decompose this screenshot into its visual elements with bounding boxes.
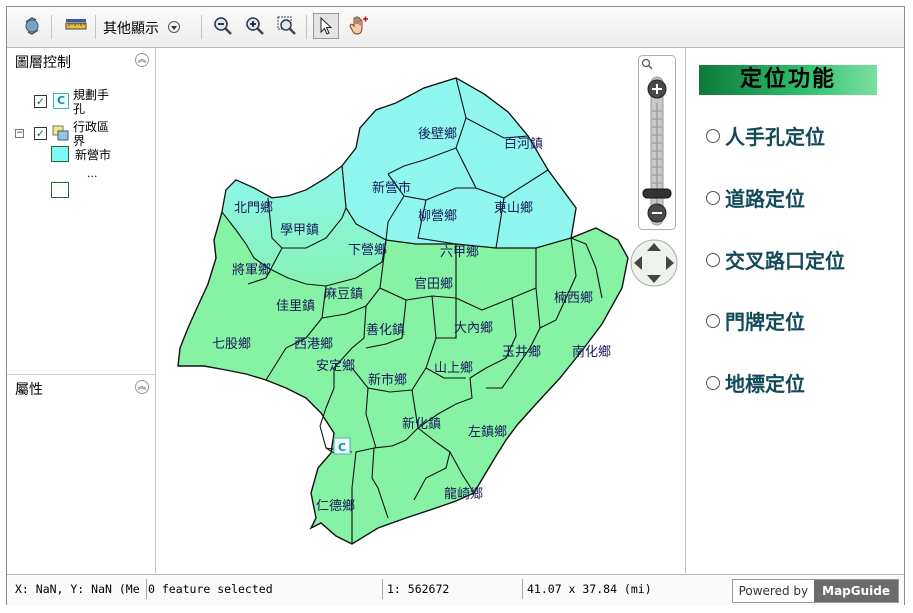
town-label: 善化鎮 [366,322,405,338]
radio-button[interactable] [706,313,720,328]
town-label: 南化鄉 [572,344,611,360]
locate-panel-title: 定位功能 [699,65,877,95]
locate-option-landmark[interactable]: 地標定位 [706,368,805,397]
town-label: 佳里鎮 [276,298,315,314]
legend-swatch-cyan [51,146,69,162]
radio-button[interactable] [706,190,720,205]
layer-control-header: 圖層控制 ︽ [7,48,155,74]
map-canvas[interactable]: 後壁鄉 白河鎮 新營市 柳營鄉 東山鄉 北門鄉 學甲鎮 下營鄉 六甲鄉 將軍鄉 … [156,48,685,573]
layer-control-title: 圖層控制 [15,55,71,71]
radio-button[interactable] [706,128,720,143]
other-display-label[interactable]: 其他顯示 [103,18,159,38]
pan-button[interactable] [345,13,371,39]
collapse-group-icon[interactable]: − [15,129,24,138]
layer-checkbox-district[interactable]: ✓ [34,127,47,140]
town-label: 下營鄉 [348,242,387,258]
zoom-thumb[interactable] [642,188,672,199]
polygon-layer-icon [52,125,70,142]
town-label: 山上鄉 [434,360,473,376]
hand-pan-icon [349,16,368,35]
town-label: 新營市 [372,180,411,196]
zoom-in-button[interactable] [242,13,268,39]
layer-label-manhole: 規劃手 孔 [73,88,110,116]
town-label: 楠西鄉 [554,290,593,306]
layer-label-district: 行政區 界 [73,120,110,148]
properties-title: 屬性 [15,382,43,398]
status-bar: X: NaN, Y: NaN (Me 0 feature selected 1:… [7,574,904,605]
town-label: 左鎮鄉 [468,424,507,440]
town-label: 柳營鄉 [418,208,457,224]
town-label: 東山鄉 [494,200,533,216]
zoom-minus-icon[interactable] [647,203,667,223]
radio-button[interactable] [706,252,720,267]
town-label: 後壁鄉 [418,126,457,142]
locate-option-manhole[interactable]: 人手孔定位 [706,121,825,150]
zoom-plus-icon[interactable] [647,79,667,99]
radio-button[interactable] [706,375,720,390]
town-label: 新市鄉 [368,372,407,388]
town-label: 大內鄉 [454,320,493,336]
mapguide-logo: MapGuide [814,580,898,602]
legend-swatch-empty [51,182,69,198]
point-layer-icon: C [53,93,69,109]
town-label: 西港鄉 [294,336,333,352]
town-label: 龍崎鄉 [444,486,483,502]
chevron-down-icon[interactable] [168,21,180,33]
status-selection: 0 feature selected [148,582,273,596]
ruler-icon [65,19,87,30]
town-label: 仁德鄉 [316,498,355,514]
north-zone [341,77,577,249]
zoom-rectangle-icon [277,16,296,35]
powered-by-badge[interactable]: Powered by MapGuide [731,579,899,603]
collapse-properties-button[interactable]: ︽ [135,380,149,394]
locate-option-intersection[interactable]: 交叉路口定位 [706,245,845,274]
properties-header: 屬性 ︽ [7,374,155,401]
town-label: 白河鎮 [504,136,543,152]
town-label: 玉井鄉 [502,344,541,360]
town-label: 學甲鎮 [280,222,319,238]
town-label: 將軍鄉 [232,262,271,278]
status-scale: 1: 562672 [387,582,450,596]
town-label: 六甲鄉 [440,244,479,260]
measure-button[interactable] [63,13,89,39]
town-label: 新化鎮 [402,416,441,432]
collapse-layers-button[interactable]: ︽ [135,53,149,67]
locate-option-road[interactable]: 道路定位 [706,183,805,212]
zoom-out-icon [214,17,232,35]
zoom-in-icon [246,17,264,35]
left-panel: 圖層控制 ︽ ✓ C 規劃手 孔 − ✓ 行政區 界 新營市 ... 屬性 ︽ [7,48,156,573]
refresh-map-button[interactable] [19,13,45,39]
status-extent: 41.07 x 37.84 (mi) [527,582,652,596]
powered-by-text: Powered by [732,580,815,602]
legend-more: ... [87,167,98,180]
pan-control[interactable] [629,238,679,288]
refresh-globe-icon [25,17,39,35]
layer-checkbox-manhole[interactable]: ✓ [34,95,47,108]
town-label: 麻豆鎮 [324,286,363,302]
app-window: 其他顯示 圖層控制 ︽ ✓ C 規劃手 孔 − ✓ 行政區 界 新營市 ... … [6,6,905,605]
locate-panel: 定位功能 人手孔定位 道路定位 交叉路口定位 門牌定位 地標定位 [686,48,904,573]
status-coordinates: X: NaN, Y: NaN (Me [15,582,140,596]
town-label: 北門鄉 [234,200,273,216]
zoom-rect-button[interactable] [274,13,300,39]
toolbar: 其他顯示 [7,7,904,48]
town-label: 安定鄉 [316,358,355,374]
town-label: 官田鄉 [414,276,453,292]
map-view[interactable]: 後壁鄉 白河鎮 新營市 柳營鄉 東山鄉 北門鄉 學甲鎮 下營鄉 六甲鄉 將軍鄉 … [156,48,686,573]
arrow-pointer-icon [320,17,333,35]
select-button[interactable] [313,13,339,39]
locate-option-address[interactable]: 門牌定位 [706,306,805,335]
zoom-out-button[interactable] [210,13,236,39]
legend-label: 新營市 [75,148,112,162]
manhole-marker-label: C [338,441,346,454]
town-label: 七股鄉 [212,336,251,352]
zoom-slider[interactable] [638,55,676,230]
